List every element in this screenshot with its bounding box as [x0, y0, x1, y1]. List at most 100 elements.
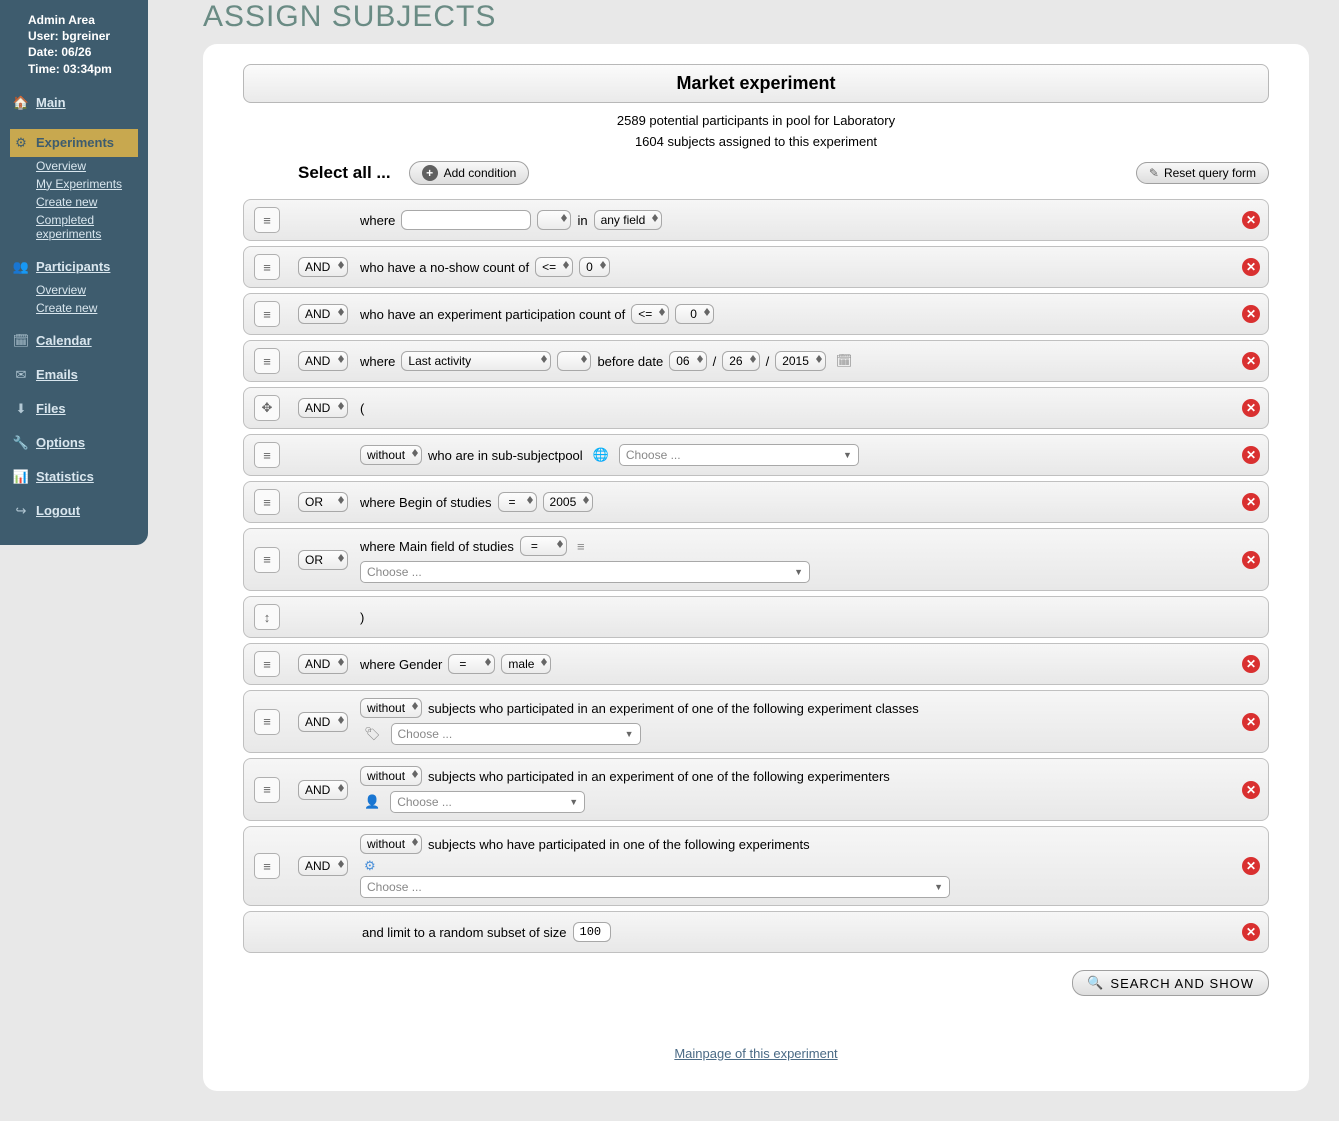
- drag-handle-icon[interactable]: ≡: [254, 777, 280, 803]
- subpool-choose[interactable]: Choose ...: [619, 444, 859, 466]
- freetext-op-select[interactable]: [537, 210, 571, 230]
- drag-handle-icon[interactable]: ≡: [254, 489, 280, 515]
- nav-part-overview[interactable]: Overview: [10, 281, 138, 299]
- delete-condition-button[interactable]: ✕: [1242, 857, 1260, 875]
- drag-handle-icon[interactable]: ≡: [254, 301, 280, 327]
- calendar-picker-icon[interactable]: 🗓: [836, 353, 853, 369]
- delete-condition-button[interactable]: ✕: [1242, 713, 1260, 731]
- nav-exp-create[interactable]: Create new: [10, 193, 138, 211]
- close-paren: ): [360, 610, 364, 625]
- drag-handle-icon[interactable]: ≡: [254, 207, 280, 233]
- download-icon: ⬇: [12, 401, 30, 417]
- wrench-icon: 🔧: [12, 435, 30, 451]
- nav-experiments[interactable]: ⚙Experiments: [10, 129, 138, 157]
- join-select[interactable]: AND: [298, 780, 348, 800]
- drag-handle-icon[interactable]: ≡: [254, 254, 280, 280]
- without-select[interactable]: without: [360, 445, 422, 465]
- join-select[interactable]: OR: [298, 550, 348, 570]
- without-select[interactable]: without: [360, 698, 422, 718]
- date-day-select[interactable]: 26: [722, 351, 759, 371]
- gender-op-select[interactable]: =: [448, 654, 495, 674]
- drag-handle-icon[interactable]: ≡: [254, 547, 280, 573]
- participation-value-select[interactable]: 0: [675, 304, 714, 324]
- add-condition-button[interactable]: +Add condition: [409, 161, 530, 185]
- join-select[interactable]: AND: [298, 351, 348, 371]
- delete-condition-button[interactable]: ✕: [1242, 781, 1260, 799]
- date-field-select[interactable]: Last activity: [401, 351, 551, 371]
- nav-exp-my[interactable]: My Experiments: [10, 175, 138, 193]
- nav-part-create[interactable]: Create new: [10, 299, 138, 317]
- join-select[interactable]: AND: [298, 398, 348, 418]
- date-op-select[interactable]: [557, 351, 591, 371]
- nav-exp-overview[interactable]: Overview: [10, 157, 138, 175]
- noshow-op-select[interactable]: <=: [535, 257, 573, 277]
- condition-row-exp-classes: ≡ AND without subjects who participated …: [243, 690, 1269, 753]
- experimenters-choose[interactable]: Choose ...: [390, 791, 585, 813]
- join-select[interactable]: AND: [298, 654, 348, 674]
- nav-emails[interactable]: ✉Emails: [10, 361, 138, 389]
- drag-handle-icon[interactable]: ≡: [254, 853, 280, 879]
- experiment-title: Market experiment: [243, 64, 1269, 103]
- tag-icon: 🏷: [364, 726, 381, 742]
- delete-condition-button[interactable]: ✕: [1242, 399, 1260, 417]
- past-experiments-choose[interactable]: Choose ...: [360, 876, 950, 898]
- mainfield-op-select[interactable]: =: [520, 536, 567, 556]
- mainpage-link[interactable]: Mainpage of this experiment: [674, 1046, 837, 1061]
- move-icon[interactable]: ✥: [254, 395, 280, 421]
- open-paren: (: [360, 401, 364, 416]
- nav-calendar[interactable]: 🗓Calendar: [10, 327, 138, 355]
- list-icon[interactable]: ≡: [577, 539, 585, 554]
- field-select[interactable]: any field: [594, 210, 663, 230]
- drag-handle-icon[interactable]: ≡: [254, 348, 280, 374]
- nav-options[interactable]: 🔧Options: [10, 429, 138, 457]
- delete-condition-button[interactable]: ✕: [1242, 211, 1260, 229]
- gear-icon: ⚙: [12, 135, 30, 151]
- drag-handle-icon[interactable]: ≡: [254, 709, 280, 735]
- page-title: ASSIGN SUBJECTS: [203, 0, 1309, 34]
- delete-condition-button[interactable]: ✕: [1242, 305, 1260, 323]
- noshow-value-select[interactable]: 0: [579, 257, 610, 277]
- nav-files[interactable]: ⬇Files: [10, 395, 138, 423]
- reset-query-button[interactable]: ✎Reset query form: [1136, 162, 1269, 184]
- drag-handle-icon[interactable]: ≡: [254, 442, 280, 468]
- delete-condition-button[interactable]: ✕: [1242, 352, 1260, 370]
- limit-input[interactable]: 100: [573, 922, 611, 942]
- delete-condition-button[interactable]: ✕: [1242, 551, 1260, 569]
- without-select[interactable]: without: [360, 834, 422, 854]
- drag-handle-icon[interactable]: ≡: [254, 651, 280, 677]
- freetext-input[interactable]: [401, 210, 531, 230]
- condition-row-participation: ≡ AND who have an experiment participati…: [243, 293, 1269, 335]
- nav-statistics[interactable]: 📊Statistics: [10, 463, 138, 491]
- select-all-label: Select all ...: [298, 163, 391, 183]
- delete-condition-button[interactable]: ✕: [1242, 258, 1260, 276]
- join-select[interactable]: AND: [298, 712, 348, 732]
- condition-row-experimenters: ≡ AND without subjects who participated …: [243, 758, 1269, 821]
- nav-logout[interactable]: ↪Logout: [10, 497, 138, 525]
- participation-op-select[interactable]: <=: [631, 304, 669, 324]
- date-month-select[interactable]: 06: [669, 351, 706, 371]
- date-year-select[interactable]: 2015: [775, 351, 826, 371]
- begin-op-select[interactable]: =: [498, 492, 537, 512]
- delete-condition-button[interactable]: ✕: [1242, 923, 1260, 941]
- condition-row-subpool: ≡ without who are in sub-subjectpool 🌐 C…: [243, 434, 1269, 476]
- nav-main[interactable]: 🏠Main: [10, 89, 138, 117]
- exp-classes-choose[interactable]: Choose ...: [391, 723, 641, 745]
- sidebar: Admin Area User: bgreiner Date: 06/26 Ti…: [0, 0, 148, 1121]
- join-select[interactable]: AND: [298, 257, 348, 277]
- join-select[interactable]: AND: [298, 304, 348, 324]
- search-and-show-button[interactable]: 🔍SEARCH AND SHOW: [1072, 970, 1269, 996]
- nav-exp-completed[interactable]: Completed experiments: [10, 211, 138, 243]
- resize-icon[interactable]: ↕: [254, 604, 280, 630]
- without-select[interactable]: without: [360, 766, 422, 786]
- delete-condition-button[interactable]: ✕: [1242, 493, 1260, 511]
- bar-chart-icon: 📊: [12, 469, 30, 485]
- join-select[interactable]: OR: [298, 492, 348, 512]
- join-select[interactable]: AND: [298, 856, 348, 876]
- admin-area-label: Admin Area: [28, 12, 138, 28]
- nav-participants[interactable]: 👥Participants: [10, 253, 138, 281]
- begin-year-select[interactable]: 2005: [543, 492, 594, 512]
- mainfield-choose[interactable]: Choose ...: [360, 561, 810, 583]
- gender-value-select[interactable]: male: [501, 654, 551, 674]
- delete-condition-button[interactable]: ✕: [1242, 446, 1260, 464]
- delete-condition-button[interactable]: ✕: [1242, 655, 1260, 673]
